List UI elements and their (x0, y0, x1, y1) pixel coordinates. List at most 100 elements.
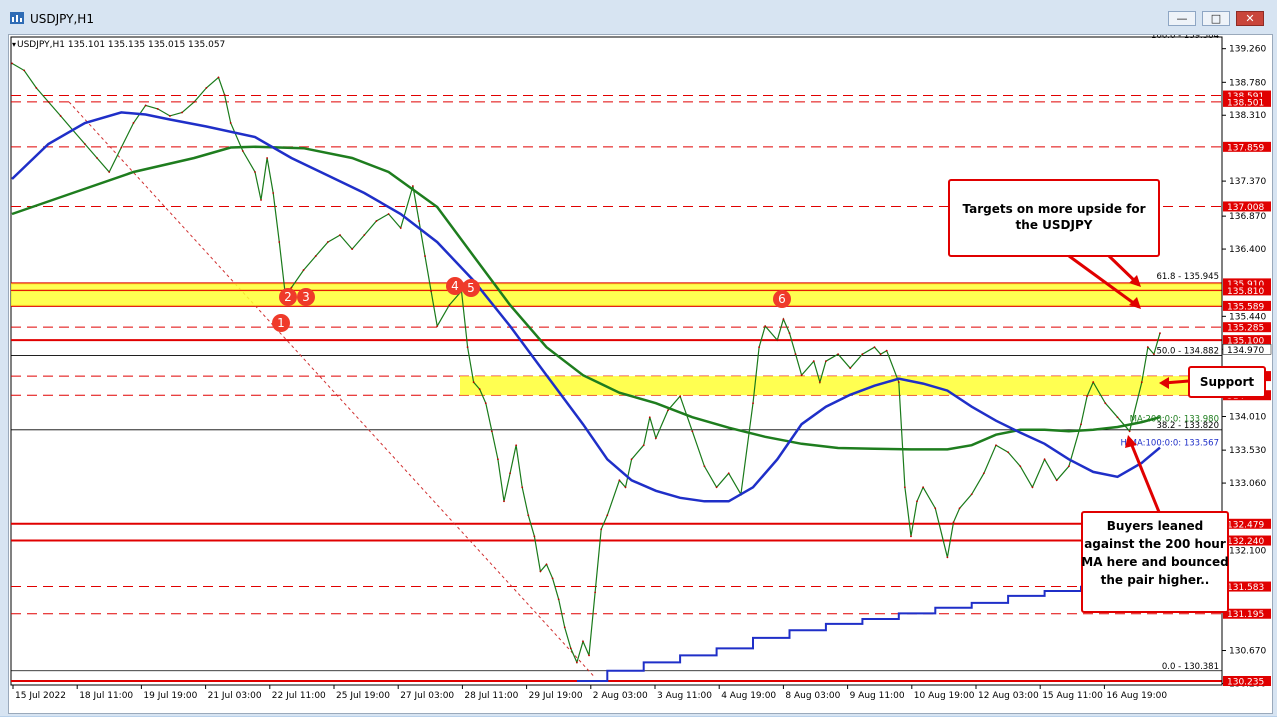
price-point (11, 62, 13, 65)
y-tick-label: 135.440 (1229, 312, 1266, 322)
fib-label: 61.8 - 135.945 (1156, 272, 1219, 282)
price-point (642, 444, 645, 447)
level-tag-label: 135.589 (1227, 302, 1264, 312)
x-tick-label: 3 Aug 11:00 (657, 691, 712, 701)
price-point (606, 514, 609, 517)
x-tick-label: 29 Jul 19:00 (529, 691, 583, 701)
price-point (958, 507, 961, 510)
price-point (594, 591, 597, 594)
price-point (727, 472, 730, 475)
price-point (156, 108, 159, 110)
price-point (411, 185, 414, 187)
price-point (1031, 486, 1034, 489)
y-tick-label: 136.870 (1229, 212, 1266, 222)
price-point (430, 290, 433, 293)
x-tick-label: 18 Jul 11:00 (79, 691, 133, 701)
price-point (794, 353, 797, 356)
targets-text-line: Targets on more upside for (962, 202, 1145, 216)
level-tag-label: 131.195 (1227, 610, 1264, 620)
window-title: USDJPY,H1 (30, 12, 94, 26)
x-tick-label: 4 Aug 19:00 (721, 691, 776, 701)
price-point (472, 381, 475, 384)
price-point (1104, 402, 1107, 405)
price-point (278, 241, 281, 243)
current-price-label: 134.970 (1227, 346, 1264, 356)
minimize-button[interactable]: — (1168, 11, 1196, 26)
price-point (600, 528, 603, 531)
price-point (229, 122, 232, 124)
x-tick-label: 8 Aug 03:00 (785, 691, 840, 701)
price-point (916, 500, 918, 503)
price-chart[interactable]: 139.260 138.780 138.310 137.370 136.870 136.4… (9, 31, 1272, 713)
price-point (995, 444, 997, 447)
price-point (490, 430, 493, 433)
price-point (96, 157, 98, 159)
price-point (351, 248, 354, 250)
price-point (1080, 423, 1082, 426)
price-point (1128, 430, 1131, 433)
price-point (217, 76, 220, 79)
price-point (1146, 346, 1149, 349)
price-point (83, 143, 86, 145)
price-point (260, 199, 262, 201)
price-point (703, 465, 706, 468)
x-tick-label: 9 Aug 11:00 (850, 691, 905, 701)
swing-number: 2 (284, 290, 292, 304)
y-tick-label: 139.260 (1229, 45, 1266, 55)
price-point (630, 458, 633, 461)
price-point (952, 521, 955, 524)
price-point (624, 486, 627, 489)
price-point (314, 255, 317, 257)
buyers-text-line: against the 200 hour (1084, 537, 1226, 551)
price-point (691, 430, 694, 433)
price-point (551, 577, 554, 580)
maximize-button[interactable]: □ (1202, 11, 1230, 26)
price-point (758, 346, 761, 349)
price-point (654, 437, 657, 440)
x-tick-label: 22 Jul 11:00 (272, 691, 326, 701)
buyers-text-line: MA here and bounced (1081, 555, 1229, 569)
x-tick-label: 21 Jul 03:00 (208, 691, 262, 701)
price-point (1092, 381, 1095, 384)
x-tick-label: 12 Aug 03:00 (978, 691, 1039, 701)
price-point (387, 213, 390, 215)
fib-label: 0.0 - 130.381 (1162, 662, 1219, 672)
price-point (715, 486, 718, 489)
y-tick-label: 137.370 (1229, 177, 1266, 187)
price-point (563, 626, 566, 629)
swing-number: 4 (451, 279, 459, 293)
price-point (497, 458, 499, 461)
price-point (1067, 465, 1070, 468)
chart-window-icon (10, 12, 24, 24)
support-zone (460, 376, 1222, 396)
close-button[interactable]: ✕ (1236, 11, 1264, 26)
price-point (59, 115, 62, 117)
price-point (667, 409, 669, 412)
price-point (903, 486, 906, 489)
targets-text-line: the USDJPY (1016, 218, 1093, 232)
price-point (193, 101, 196, 103)
swing-number: 3 (302, 290, 310, 304)
price-point (478, 388, 481, 391)
dropdown-arrow-icon[interactable]: ▾ (12, 40, 16, 49)
price-point (1086, 395, 1089, 398)
level-tag-label: 138.501 (1227, 98, 1264, 108)
price-point (1116, 416, 1119, 419)
price-point (533, 535, 536, 538)
price-point (169, 115, 171, 117)
support-text: Support (1200, 375, 1255, 389)
x-tick-label: 27 Jul 03:00 (400, 691, 454, 701)
price-point (144, 104, 147, 107)
y-tick-label: 132.100 (1229, 546, 1266, 556)
chart-area[interactable]: 139.260 138.780 138.310 137.370 136.870 136.4… (8, 31, 1273, 714)
resistance-zone (11, 283, 1222, 306)
price-point (922, 486, 925, 489)
price-point (782, 318, 785, 321)
price-point (1019, 465, 1022, 468)
price-point (885, 349, 888, 352)
price-point (509, 472, 511, 475)
price-point (272, 192, 275, 194)
price-point (120, 146, 123, 149)
price-point (223, 94, 226, 96)
y-tick-label: 138.310 (1229, 111, 1266, 121)
